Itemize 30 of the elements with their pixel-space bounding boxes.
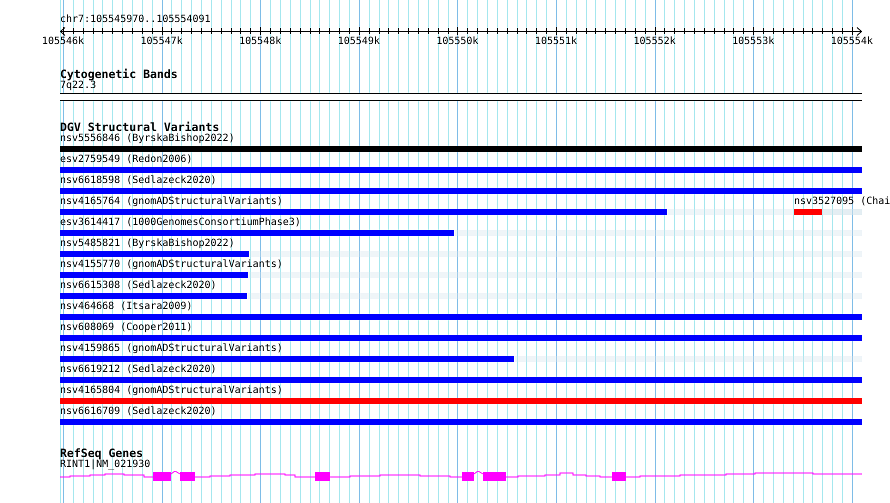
variant-label: nsv6616709 (Sedlazeck2020) [60, 406, 217, 418]
ruler-tick-label: 105553k [732, 36, 774, 48]
ruler-tick-label: 105554k [830, 36, 873, 48]
track-title: DGV Structural Variants [60, 121, 220, 133]
variant-label: nsv3527095 (Chai [794, 196, 890, 208]
ruler-tick-label: 105550k [436, 36, 478, 48]
band-label: 7q22.3 [60, 80, 96, 92]
variant-label: nsv4165764 (gnomADStructuralVariants) [60, 196, 283, 208]
variant-label: nsv6618598 (Sedlazeck2020) [60, 175, 217, 187]
ruler-tick-label: 105548k [239, 36, 282, 48]
variant-label: esv3614417 (1000GenomesConsortiumPhase3) [60, 217, 301, 229]
ruler-tick-label: 105549k [338, 36, 380, 48]
variant-label: nsv5556846 (ByrskaBishop2022) [60, 133, 235, 145]
ruler-tick-label: 105546k [42, 36, 84, 48]
track-title: Cytogenetic Bands [60, 68, 178, 80]
variant-label: nsv6615308 (Sedlazeck2020) [60, 280, 217, 292]
location-text: chr7:105545970..105554091 [60, 14, 211, 26]
variant-label: nsv5485821 (ByrskaBishop2022) [60, 238, 235, 250]
variant-label: nsv4155770 (gnomADStructuralVariants) [60, 259, 283, 271]
ruler-tick-label: 105552k [634, 36, 676, 48]
variant-label: nsv6619212 (Sedlazeck2020) [60, 364, 217, 376]
track-title: RefSeq Genes [60, 447, 144, 459]
variant-label: esv2759549 (Redon2006) [60, 154, 192, 166]
variant-label: nsv608069 (Cooper2011) [60, 322, 192, 334]
ruler-tick-label: 105551k [534, 36, 578, 48]
variant-label: nsv4165804 (gnomADStructuralVariants) [60, 385, 283, 397]
ruler-tick-label: 105547k [140, 36, 183, 48]
variant-label: nsv464668 (Itsara2009) [60, 301, 192, 313]
gene-label: RINT1|NM_021930 [60, 459, 150, 471]
variant-label: nsv4159865 (gnomADStructuralVariants) [60, 343, 283, 355]
